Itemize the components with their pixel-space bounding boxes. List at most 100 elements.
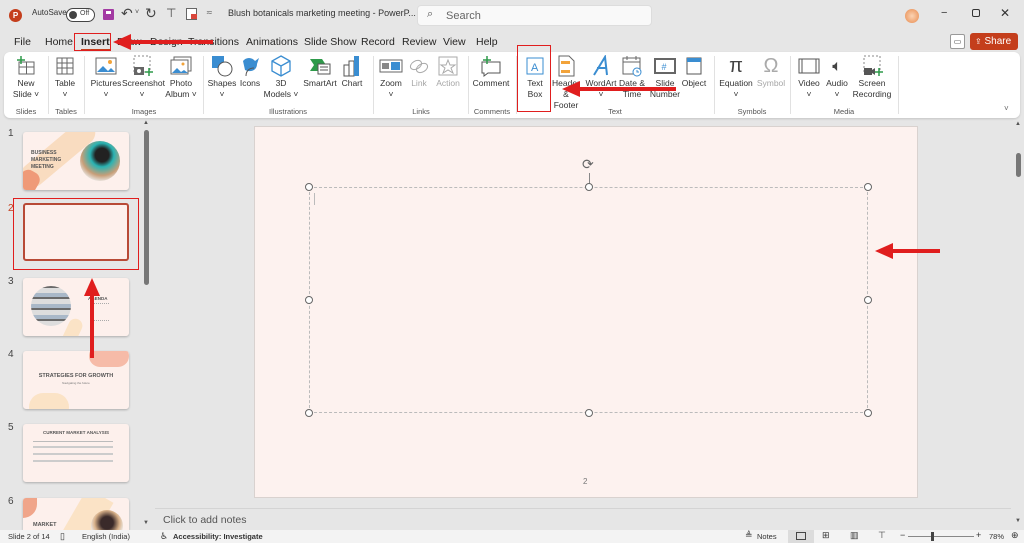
zoom-level[interactable]: 78% [989,532,1004,541]
audio-button[interactable]: 🔈︎ Audio ˅ [824,54,850,100]
slide-scrollbar[interactable]: ▲ ▼ [1013,120,1024,530]
redo-icon[interactable]: ↻ [145,5,157,22]
shapes-dropdown: ˅ [219,89,225,99]
autosave-toggle[interactable]: Off [66,8,95,22]
slide-thumbnail-4[interactable]: STRATEGIES FOR GROWTH Navigating the fut… [23,351,129,409]
zoom-slider-thumb[interactable] [931,532,934,541]
photo-album-button[interactable]: Photo Album ˅ [164,54,198,100]
notes-toggle[interactable]: Notes [757,532,777,541]
resize-handle-bottom[interactable] [585,409,593,417]
symbol-button[interactable]: Ω Symbol [756,54,786,89]
resize-handle-top-left[interactable] [305,183,313,191]
collapse-ribbon-icon[interactable]: ˅ [1004,104,1009,113]
action-button[interactable]: Action [433,54,463,89]
accessibility-status[interactable]: Accessibility: Investigate [173,532,263,541]
screen-recording-button[interactable]: Screen Recording [852,54,892,100]
reading-view-icon[interactable]: ▥ [850,530,859,541]
3d-models-button[interactable]: 3D Models ˅ [263,54,299,100]
tab-help[interactable]: Help [476,36,498,48]
resize-handle-bottom-right[interactable] [864,409,872,417]
scroll-down-icon[interactable]: ▼ [143,520,149,526]
zoom-slider[interactable] [908,532,974,541]
link-button[interactable]: Link [405,54,433,89]
comments-button[interactable]: ▭ [950,34,965,49]
comment-button[interactable]: Comment [472,54,510,89]
slide-thumbnail-2-selected[interactable] [23,203,129,261]
wordart-button[interactable]: WordArt ˅ [584,54,618,100]
status-bar: Slide 2 of 14 ▯ English (India) ♿︎ Acces… [0,530,1024,543]
accessibility-icon: ♿︎ [160,531,169,541]
tab-view[interactable]: View [443,36,466,48]
icons-button[interactable]: Icons [237,54,263,89]
tab-animations[interactable]: Animations [246,36,298,48]
tab-slide-show[interactable]: Slide Show [304,36,357,48]
scroll-up-icon[interactable]: ▲ [143,120,149,126]
new-slide-button[interactable]: New Slide ˅ [10,54,42,100]
resize-handle-top[interactable] [585,183,593,191]
tab-record[interactable]: Record [361,36,395,48]
audio-icon: 🔈︎ [832,57,842,75]
slide-number-button[interactable]: # Slide Number [648,54,682,100]
screenshot-button[interactable]: Screenshot ˅ [122,54,165,100]
slide-page-number: 2 [583,477,588,486]
object-button[interactable]: Object [680,54,708,89]
slideshow-icon[interactable]: ⊤ [878,530,886,541]
annotation-arrowhead [875,243,893,259]
screenshot-label: Screenshot [122,78,165,88]
equation-button[interactable]: π Equation ˅ [716,54,756,100]
user-avatar[interactable] [905,9,919,23]
resize-handle-left[interactable] [305,296,313,304]
restore-icon[interactable] [972,9,980,17]
zoom-in-button[interactable]: + [976,530,981,540]
notes-pane[interactable]: Click to add notes [155,508,1011,530]
scroll-down-icon[interactable]: ▼ [1015,518,1021,524]
quick-access-dropdown-icon[interactable]: ≂ [206,8,213,17]
slide-sorter-icon[interactable]: ⊞ [822,530,830,541]
resize-handle-right[interactable] [864,296,872,304]
search-box[interactable]: ⌕ Search [417,5,652,26]
tab-file[interactable]: File [14,36,31,48]
slide-number-icon: # [654,58,676,74]
language-indicator[interactable]: English (India) [82,532,130,541]
slide-thumbnail-5[interactable]: CURRENT MARKET ANALYSIS [23,424,129,482]
save-icon[interactable] [103,9,114,20]
tab-home[interactable]: Home [45,36,73,48]
rotate-handle-icon[interactable]: ⟳ [582,156,594,173]
slide-canvas[interactable]: ⟳ 2 [254,126,918,498]
fit-to-window-icon[interactable]: ⊕ [1011,530,1019,541]
normal-view-icon [796,532,806,540]
scrollbar-thumb[interactable] [144,130,149,285]
resize-handle-bottom-left[interactable] [305,409,313,417]
slide-counter[interactable]: Slide 2 of 14 [8,532,50,541]
slide-thumbnail-1[interactable]: BUSINESS MARKETING MEETING [23,132,129,190]
tab-review[interactable]: Review [402,36,436,48]
zoom-out-button[interactable]: − [900,530,905,540]
zoom-button[interactable]: Zoom ˅ [377,54,405,100]
slide-thumbnail-3[interactable]: AGENDA [23,278,129,336]
scroll-up-icon[interactable]: ▲ [1015,121,1021,127]
date-time-button[interactable]: Date & Time [618,54,646,100]
table-button[interactable]: Table ˅ [52,54,78,100]
autosave-state: Off [80,10,90,17]
text-box-placeholder[interactable] [309,187,868,413]
pictures-button[interactable]: Pictures ˅ [90,54,122,100]
minimize-icon[interactable]: − [941,7,947,19]
shapes-button[interactable]: Shapes ˅ [207,54,237,100]
present-icon[interactable]: ⊤ [166,6,176,20]
thumbnails-scrollbar[interactable]: ▲ ▼ [142,120,152,530]
undo-icon[interactable]: ↶ [121,5,133,22]
customize-icon[interactable] [186,8,197,20]
video-button[interactable]: Video ˅ [796,54,822,100]
resize-handle-top-right[interactable] [864,183,872,191]
close-icon[interactable]: ✕ [1000,6,1010,20]
group-illustrations: Illustrations [269,107,307,116]
normal-view-button[interactable] [788,530,814,543]
slide-thumbnail-6[interactable]: MARKET [23,498,129,530]
spelling-check-icon[interactable]: ▯ [60,531,65,542]
undo-dropdown-icon[interactable]: ˅ [135,9,139,16]
chart-button[interactable]: Chart [339,54,365,89]
scrollbar-thumb[interactable] [1016,153,1021,177]
share-button[interactable]: ⇪ Share ˅ [970,33,1018,63]
annotation-box-text-box [517,45,551,112]
smartart-button[interactable]: SmartArt [301,54,339,89]
